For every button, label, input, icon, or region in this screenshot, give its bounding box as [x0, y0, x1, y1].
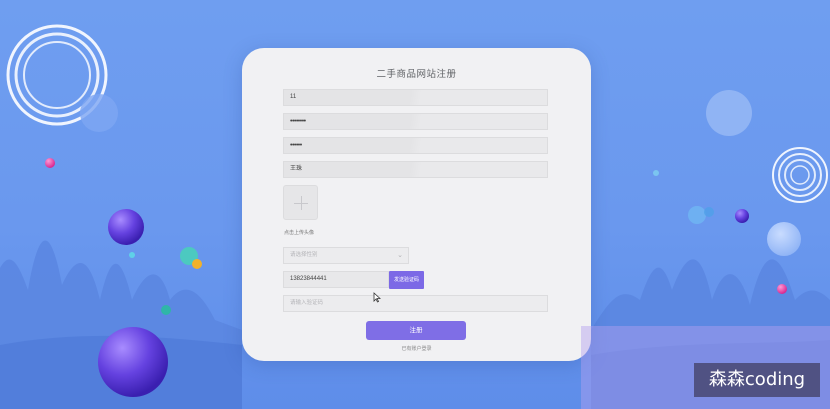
page-title: 二手商品网站注册: [376, 69, 457, 80]
cursor-icon: [373, 292, 381, 303]
gender-select-placeholder: 请选择性别: [290, 252, 318, 258]
verification-code-input[interactable]: 请输入验证码: [283, 295, 548, 312]
register-card: 二手商品网站注册 11 •••••••• •••••• 王珠 点击上传头像 请选…: [242, 48, 591, 361]
confirm-password-input[interactable]: ••••••: [283, 137, 548, 154]
real-name-input[interactable]: 王珠: [283, 161, 548, 178]
chevron-down-icon: ⌄: [397, 252, 403, 259]
phone-input[interactable]: 13823844441: [283, 271, 389, 288]
login-link[interactable]: 已有账户登录: [242, 345, 591, 352]
password-input[interactable]: ••••••••: [283, 113, 548, 130]
register-button[interactable]: 注册: [366, 321, 466, 340]
username-input[interactable]: 11: [283, 89, 548, 106]
avatar-upload[interactable]: [283, 185, 318, 220]
upload-hint: 点击上传头像: [284, 230, 315, 236]
gender-select[interactable]: 请选择性别 ⌄: [283, 247, 409, 264]
watermark: 森森coding: [694, 363, 820, 397]
send-code-button[interactable]: 发送验证码: [389, 271, 424, 289]
